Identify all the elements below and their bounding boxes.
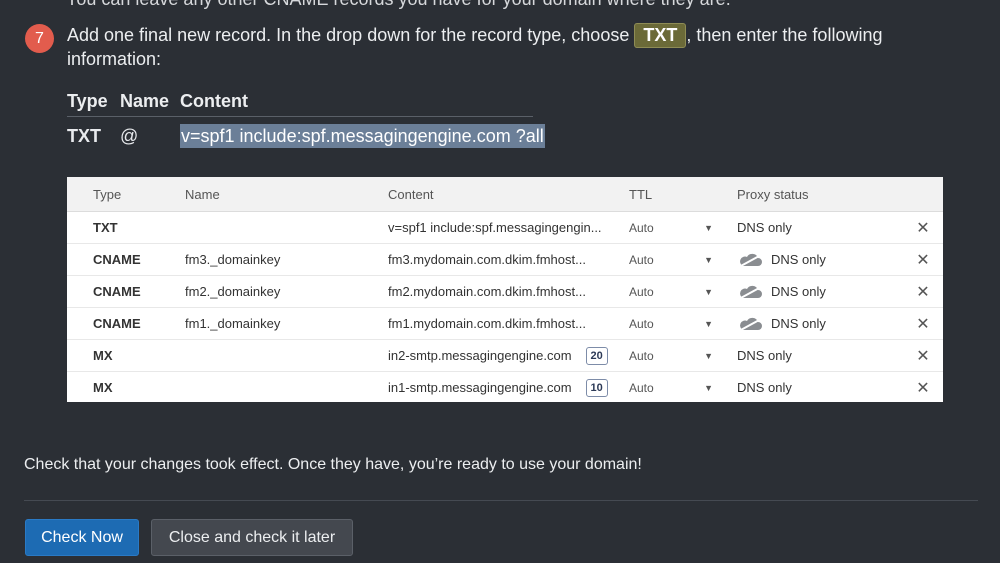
record-type: CNAME <box>93 284 141 299</box>
ttl-dropdown[interactable]: Auto ▼ <box>623 349 735 363</box>
header-content: Content <box>388 186 434 202</box>
dns-table-body: TXT v=spf1 include:spf.messagingengin... A… <box>67 212 943 403</box>
summary-content-selected[interactable]: v=spf1 include:spf.messagingengine.com ?… <box>180 124 545 148</box>
proxy-status: DNS only <box>735 316 903 332</box>
record-name: fm2._domainkey <box>185 284 281 299</box>
intro-cut-text: You can leave any other CNAME records yo… <box>66 0 731 10</box>
record-type: MX <box>93 380 113 395</box>
record-content-text: v=spf1 include:spf.messagingengin... <box>388 220 602 235</box>
check-now-button[interactable]: Check Now <box>25 519 139 556</box>
proxy-status-label: DNS only <box>771 252 826 267</box>
delete-record-icon[interactable]: ✕ <box>903 314 943 334</box>
ttl-value: Auto <box>629 220 654 235</box>
delete-record-icon[interactable]: ✕ <box>903 250 943 270</box>
proxy-status: DNS only <box>735 252 903 268</box>
dns-records-panel: Type Name Content TTL Proxy status TXT v=… <box>67 177 943 402</box>
summary-header: Type Name Content <box>67 86 248 116</box>
dns-table-header: Type Name Content TTL Proxy status <box>67 177 943 212</box>
dns-record-row[interactable]: CNAME fm3._domainkey fm3.mydomain.com.dkim… <box>67 244 943 276</box>
ttl-dropdown[interactable]: Auto ▼ <box>623 381 735 395</box>
header-name: Name <box>185 186 220 202</box>
proxy-status: DNS only <box>735 220 903 235</box>
ttl-value: Auto <box>629 316 654 331</box>
record-content-text: fm1.mydomain.com.dkim.fmhost... <box>388 316 586 331</box>
ttl-value: Auto <box>629 284 654 299</box>
check-instruction: Check that your changes took effect. Onc… <box>24 456 642 473</box>
chevron-down-icon: ▼ <box>704 318 713 329</box>
summary-row: TXT @ v=spf1 include:spf.messagingengine… <box>67 124 545 148</box>
chevron-down-icon: ▼ <box>704 350 713 361</box>
dns-record-row[interactable]: TXT v=spf1 include:spf.messagingengin... A… <box>67 212 943 244</box>
record-summary-table: Type Name Content TXT @ v=spf1 include:s… <box>67 86 545 148</box>
record-content: fm3.mydomain.com.dkim.fmhost... <box>385 252 623 267</box>
record-name: fm3._domainkey <box>185 252 281 267</box>
record-content-text: in2-smtp.messagingengine.com <box>388 348 572 363</box>
close-and-check-later-button[interactable]: Close and check it later <box>151 519 353 556</box>
cloud-off-icon <box>738 317 762 332</box>
summary-divider <box>67 116 533 117</box>
header-ttl: TTL <box>629 186 653 202</box>
record-type: CNAME <box>93 316 141 331</box>
record-content: fm2.mydomain.com.dkim.fmhost... <box>385 284 623 299</box>
ttl-dropdown[interactable]: Auto ▼ <box>623 253 735 267</box>
cloud-off-icon <box>738 285 762 300</box>
footer-divider <box>24 500 978 501</box>
header-proxy-status: Proxy status <box>737 186 809 202</box>
proxy-status: DNS only <box>735 380 903 395</box>
summary-header-name: Name <box>120 90 170 111</box>
record-type: MX <box>93 348 113 363</box>
record-type: CNAME <box>93 252 141 267</box>
record-name: fm1._domainkey <box>185 316 281 331</box>
dns-record-row[interactable]: MX in2-smtp.messagingengine.com 20 Auto ▼ DNS… <box>67 340 943 372</box>
cloud-off-icon <box>738 253 762 268</box>
ttl-value: Auto <box>629 348 654 363</box>
summary-name: @ <box>120 125 139 146</box>
record-content-text: fm3.mydomain.com.dkim.fmhost... <box>388 252 586 267</box>
ttl-value: Auto <box>629 252 654 267</box>
header-type: Type <box>93 186 122 202</box>
proxy-status: DNS only <box>735 348 903 363</box>
record-type-tag: TXT <box>634 23 687 48</box>
record-content: fm1.mydomain.com.dkim.fmhost... <box>385 316 623 331</box>
record-content-text: in1-smtp.messagingengine.com <box>388 380 572 395</box>
ttl-dropdown[interactable]: Auto ▼ <box>623 285 735 299</box>
dns-record-row[interactable]: CNAME fm1._domainkey fm1.mydomain.com.dkim… <box>67 308 943 340</box>
summary-header-type: Type <box>67 90 108 111</box>
ttl-dropdown[interactable]: Auto ▼ <box>623 317 735 331</box>
proxy-status-label: DNS only <box>771 316 826 331</box>
delete-record-icon[interactable]: ✕ <box>903 282 943 302</box>
delete-record-icon[interactable]: ✕ <box>903 378 943 398</box>
proxy-status-label: DNS only <box>737 380 792 395</box>
step-text-before: Add one final new record. In the drop do… <box>67 25 635 45</box>
chevron-down-icon: ▼ <box>704 286 713 297</box>
mx-priority-badge: 10 <box>585 378 608 397</box>
record-type: TXT <box>93 220 118 235</box>
dns-record-row[interactable]: CNAME fm2._domainkey fm2.mydomain.com.dkim… <box>67 276 943 308</box>
record-content-text: fm2.mydomain.com.dkim.fmhost... <box>388 284 586 299</box>
ttl-dropdown[interactable]: Auto ▼ <box>623 221 735 235</box>
proxy-status-label: DNS only <box>737 220 792 235</box>
dns-record-row[interactable]: MX in1-smtp.messagingengine.com 10 Auto ▼ DNS… <box>67 372 943 403</box>
delete-record-icon[interactable]: ✕ <box>903 346 943 366</box>
chevron-down-icon: ▼ <box>704 382 713 393</box>
summary-header-content: Content <box>180 90 248 111</box>
proxy-status-label: DNS only <box>771 284 826 299</box>
ttl-value: Auto <box>629 380 654 395</box>
chevron-down-icon: ▼ <box>704 222 713 233</box>
proxy-status-label: DNS only <box>737 348 792 363</box>
mx-priority-badge: 20 <box>585 346 608 365</box>
delete-record-icon[interactable]: ✕ <box>903 218 943 238</box>
record-content: in2-smtp.messagingengine.com 20 <box>385 346 623 365</box>
record-content: v=spf1 include:spf.messagingengin... <box>385 220 623 235</box>
proxy-status: DNS only <box>735 284 903 300</box>
chevron-down-icon: ▼ <box>704 254 713 265</box>
summary-type: TXT <box>67 125 101 146</box>
record-content: in1-smtp.messagingengine.com 10 <box>385 378 623 397</box>
step-instruction: Add one final new record. In the drop do… <box>67 23 947 71</box>
step-number-badge: 7 <box>25 24 54 53</box>
